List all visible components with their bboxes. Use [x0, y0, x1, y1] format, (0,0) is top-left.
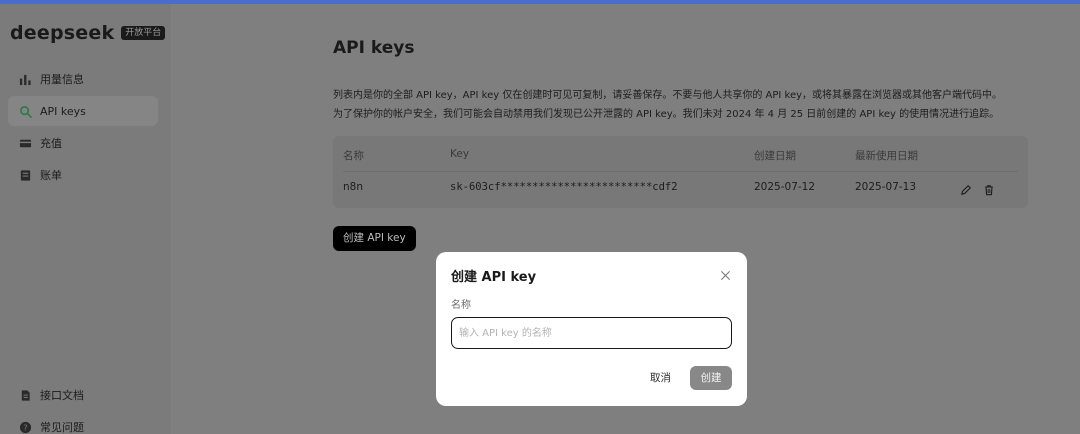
- sidebar-item-label: 常见问题: [40, 421, 84, 434]
- key-value: sk-603cf************************cdf2: [450, 181, 678, 193]
- sidebar-item-recharge[interactable]: 充值: [8, 128, 158, 158]
- sidebar-item-api-keys[interactable]: API keys: [8, 96, 158, 126]
- dialog-title: 创建 API key: [451, 270, 537, 285]
- description-line: 列表内是你的全部 API key，API key 仅在创建时可见可复制，请妥善保…: [333, 90, 1003, 101]
- sidebar-item-label: 接口文档: [40, 389, 84, 402]
- column-header-key: Key: [450, 148, 470, 160]
- logo[interactable]: deepseek 开放平台: [10, 22, 166, 44]
- create-api-key-button[interactable]: 创建 API key: [333, 226, 416, 251]
- edit-icon[interactable]: [960, 181, 973, 195]
- column-header-created: 创建日期: [754, 150, 796, 162]
- sidebar-item-bills[interactable]: 账单: [8, 160, 158, 190]
- sidebar-item-faq[interactable]: ? 常见问题: [8, 412, 158, 434]
- svg-text:?: ?: [23, 422, 27, 432]
- api-key-name-input[interactable]: [451, 317, 732, 349]
- description: 列表内是你的全部 API key，API key 仅在创建时可见可复制，请妥善保…: [333, 86, 1053, 124]
- sidebar-item-label: 用量信息: [40, 73, 84, 86]
- sidebar-item-label: 充值: [40, 137, 62, 150]
- platform-badge: 开放平台: [121, 26, 166, 40]
- document-icon: [18, 388, 32, 402]
- logo-text: deepseek: [10, 22, 115, 44]
- column-header-last-used: 最新使用日期: [855, 150, 918, 162]
- name-field-label: 名称: [451, 300, 471, 311]
- cancel-button[interactable]: 取消: [642, 366, 679, 390]
- bill-icon: [18, 168, 32, 182]
- column-header-name: 名称: [343, 150, 364, 162]
- bar-chart-icon: [18, 72, 32, 86]
- sidebar-item-usage[interactable]: 用量信息: [8, 64, 158, 94]
- key-created-date: 2025-07-12: [754, 181, 816, 193]
- sidebar-item-label: API keys: [40, 104, 86, 118]
- sidebar: deepseek 开放平台 用量信息 API keys 充值 账单 接口文档 ?…: [0, 4, 171, 434]
- page-title: API keys: [333, 38, 415, 58]
- card-icon: [18, 136, 32, 150]
- divider: [343, 171, 1018, 172]
- close-icon[interactable]: [718, 268, 732, 282]
- help-icon: ?: [18, 420, 32, 434]
- sidebar-item-label: 账单: [40, 169, 62, 182]
- sidebar-item-docs[interactable]: 接口文档: [8, 380, 158, 410]
- key-name: n8n: [343, 181, 363, 193]
- key-last-used-date: 2025-07-13: [855, 181, 917, 193]
- create-button[interactable]: 创建: [690, 366, 732, 390]
- api-keys-table: 名称 Key 创建日期 最新使用日期 n8n sk-603cf*********…: [333, 136, 1028, 208]
- trash-icon[interactable]: [983, 181, 996, 196]
- search-icon: [18, 104, 32, 118]
- create-api-key-dialog: 创建 API key 名称 取消 创建: [436, 252, 747, 406]
- description-line: 为了保护你的帐户安全，我们可能会自动禁用我们发现已公开泄露的 API key。我…: [333, 109, 1000, 120]
